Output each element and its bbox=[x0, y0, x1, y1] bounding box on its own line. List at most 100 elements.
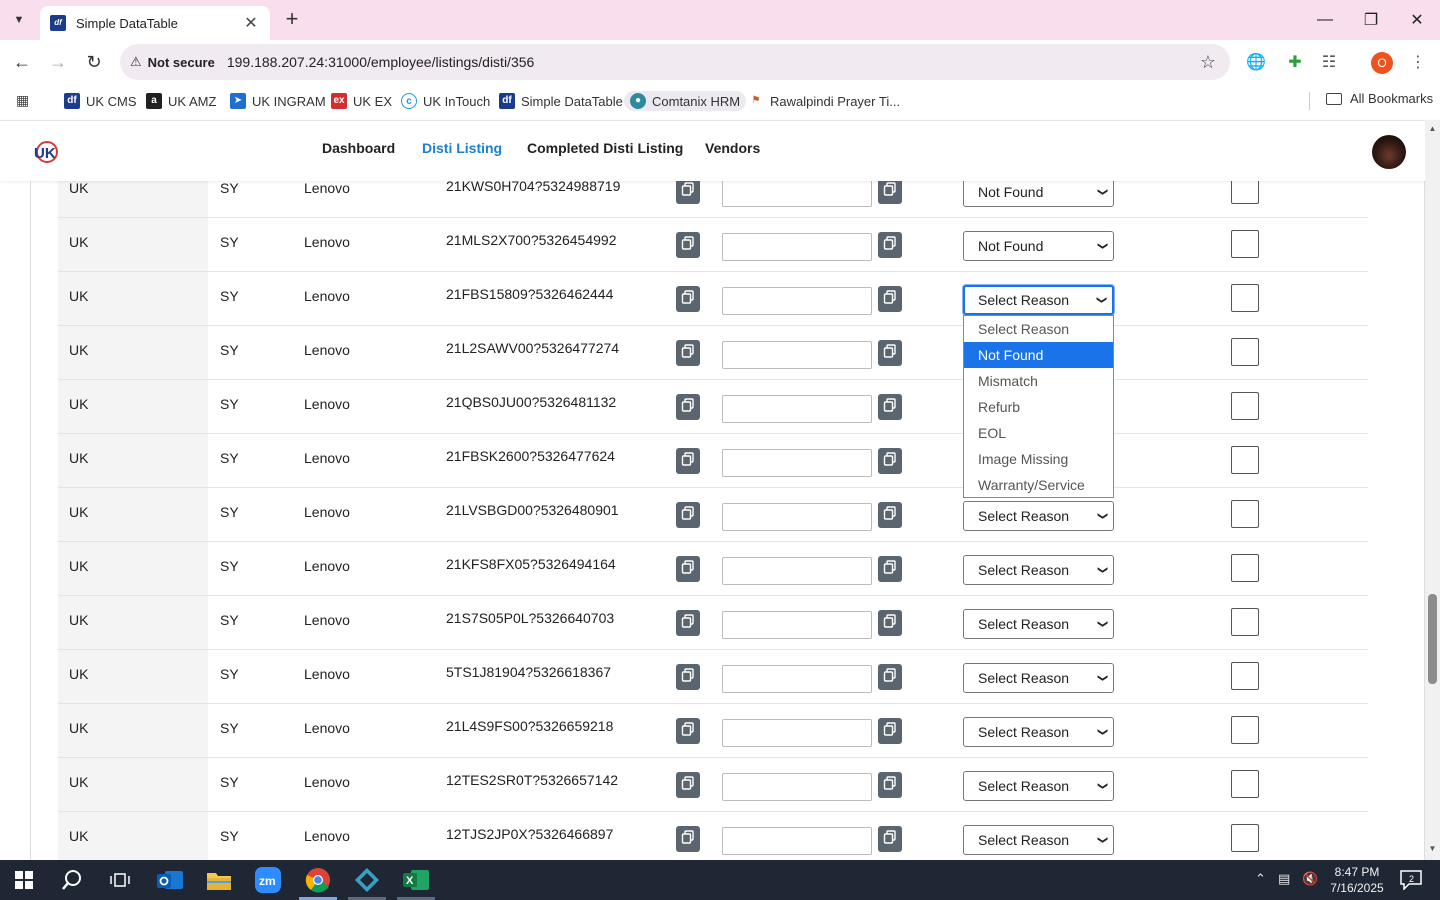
row-checkbox[interactable] bbox=[1231, 500, 1259, 528]
copy-product-button[interactable] bbox=[676, 286, 700, 312]
copy-product-button[interactable] bbox=[676, 340, 700, 366]
reason-select[interactable]: Select Reason ❯ bbox=[963, 609, 1114, 639]
notes-input[interactable] bbox=[722, 181, 872, 207]
nav-completed-disti-listing[interactable]: Completed Disti Listing bbox=[527, 140, 683, 156]
nav-vendors[interactable]: Vendors bbox=[705, 140, 760, 156]
bookmark-star-icon[interactable]: ☆ bbox=[1200, 52, 1216, 73]
notes-input[interactable] bbox=[722, 233, 872, 261]
option-image-missing[interactable]: Image Missing bbox=[964, 446, 1113, 472]
close-window-icon[interactable]: ✕ bbox=[1394, 0, 1440, 40]
copy-product-button[interactable] bbox=[676, 394, 700, 420]
bookmark-rawalpindi-prayer[interactable]: ⚑ Rawalpindi Prayer Ti... bbox=[748, 91, 900, 111]
reason-select[interactable]: Select Reason ❯ bbox=[963, 285, 1114, 315]
copy-product-button[interactable] bbox=[676, 664, 700, 690]
forward-icon[interactable]: → bbox=[44, 48, 72, 76]
tab-search-chevron-icon[interactable]: ▼ bbox=[6, 8, 32, 32]
task-view-icon[interactable] bbox=[106, 866, 134, 894]
notes-input[interactable] bbox=[722, 773, 872, 801]
notes-input[interactable] bbox=[722, 503, 872, 531]
reason-select[interactable]: Select Reason ❯ bbox=[963, 825, 1114, 855]
nav-dashboard[interactable]: Dashboard bbox=[322, 140, 395, 156]
option-select-reason[interactable]: Select Reason bbox=[964, 316, 1113, 342]
bookmark-uk-ingram[interactable]: ➤ UK INGRAM bbox=[230, 91, 326, 111]
scroll-up-icon[interactable]: ▲ bbox=[1428, 124, 1437, 133]
reason-dropdown-list[interactable]: Select Reason Not Found Mismatch Refurb … bbox=[963, 315, 1114, 498]
row-checkbox[interactable] bbox=[1231, 770, 1259, 798]
bookmark-uk-amz[interactable]: a UK AMZ bbox=[146, 91, 216, 111]
paste-button[interactable] bbox=[878, 826, 902, 852]
extensions-icon[interactable]: ☷ bbox=[1317, 50, 1341, 74]
system-clock[interactable]: 8:47 PM 7/16/2025 bbox=[1320, 864, 1394, 896]
paste-button[interactable] bbox=[878, 664, 902, 690]
notes-input[interactable] bbox=[722, 665, 872, 693]
reason-select[interactable]: Not Found ❯ bbox=[963, 181, 1114, 207]
bookmark-uk-ex[interactable]: ex UK EX bbox=[331, 91, 392, 111]
scroll-thumb[interactable] bbox=[1428, 594, 1437, 684]
all-bookmarks-button[interactable]: All Bookmarks bbox=[1326, 91, 1433, 106]
notifications-icon[interactable]: 2 bbox=[1397, 866, 1425, 894]
address-bar[interactable]: ⚠ Not secure 199.188.207.24:31000/employ… bbox=[120, 44, 1230, 80]
row-checkbox[interactable] bbox=[1231, 446, 1259, 474]
option-refurb[interactable]: Refurb bbox=[964, 394, 1113, 420]
excel-icon[interactable]: X bbox=[402, 866, 430, 894]
reason-select[interactable]: Select Reason ❯ bbox=[963, 555, 1114, 585]
paste-button[interactable] bbox=[878, 340, 902, 366]
row-checkbox[interactable] bbox=[1231, 554, 1259, 582]
reason-select[interactable]: Select Reason ❯ bbox=[963, 717, 1114, 747]
user-avatar[interactable] bbox=[1372, 135, 1406, 169]
option-warranty-service[interactable]: Warranty/Service bbox=[964, 472, 1113, 498]
paste-button[interactable] bbox=[878, 502, 902, 528]
copy-product-button[interactable] bbox=[676, 181, 700, 204]
copy-product-button[interactable] bbox=[676, 772, 700, 798]
notes-input[interactable] bbox=[722, 287, 872, 315]
paste-button[interactable] bbox=[878, 232, 902, 258]
url-text[interactable]: 199.188.207.24:31000/employee/listings/d… bbox=[227, 54, 534, 70]
bookmark-uk-intouch[interactable]: c UK InTouch bbox=[401, 91, 490, 111]
nav-disti-listing[interactable]: Disti Listing bbox=[422, 140, 502, 156]
browser-tab[interactable]: df Simple DataTable ✕ bbox=[40, 6, 270, 40]
new-tab-icon[interactable]: + bbox=[280, 8, 304, 32]
option-not-found[interactable]: Not Found bbox=[964, 342, 1113, 368]
row-checkbox[interactable] bbox=[1231, 824, 1259, 852]
notes-input[interactable] bbox=[722, 395, 872, 423]
extension-puzzle-icon[interactable]: ✚ bbox=[1283, 50, 1307, 74]
copy-product-button[interactable] bbox=[676, 448, 700, 474]
security-label[interactable]: Not secure bbox=[148, 55, 215, 70]
back-icon[interactable]: ← bbox=[8, 48, 36, 76]
row-checkbox[interactable] bbox=[1231, 662, 1259, 690]
notes-input[interactable] bbox=[722, 827, 872, 855]
file-explorer-icon[interactable] bbox=[205, 866, 233, 894]
copy-product-button[interactable] bbox=[676, 826, 700, 852]
notes-input[interactable] bbox=[722, 557, 872, 585]
app-diamond-icon[interactable] bbox=[353, 866, 381, 894]
paste-button[interactable] bbox=[878, 448, 902, 474]
menu-kebab-icon[interactable]: ⋮ bbox=[1406, 50, 1430, 74]
row-checkbox[interactable] bbox=[1231, 284, 1259, 312]
copy-product-button[interactable] bbox=[676, 718, 700, 744]
reason-select[interactable]: Select Reason ❯ bbox=[963, 501, 1114, 531]
windows-start-icon[interactable] bbox=[10, 866, 38, 894]
profile-avatar[interactable]: O bbox=[1371, 52, 1393, 74]
paste-button[interactable] bbox=[878, 718, 902, 744]
uk-logo-icon[interactable]: UK bbox=[32, 139, 58, 165]
notes-input[interactable] bbox=[722, 341, 872, 369]
translate-icon[interactable]: 🌐 bbox=[1244, 50, 1268, 74]
row-checkbox[interactable] bbox=[1231, 181, 1259, 204]
paste-button[interactable] bbox=[878, 556, 902, 582]
reason-select[interactable]: Not Found ❯ bbox=[963, 231, 1114, 261]
row-checkbox[interactable] bbox=[1231, 716, 1259, 744]
paste-button[interactable] bbox=[878, 394, 902, 420]
notes-input[interactable] bbox=[722, 449, 872, 477]
option-eol[interactable]: EOL bbox=[964, 420, 1113, 446]
copy-product-button[interactable] bbox=[676, 232, 700, 258]
reason-select[interactable]: Select Reason ❯ bbox=[963, 771, 1114, 801]
option-mismatch[interactable]: Mismatch bbox=[964, 368, 1113, 394]
paste-button[interactable] bbox=[878, 286, 902, 312]
show-hidden-icons-icon[interactable]: ⌃ bbox=[1255, 871, 1266, 887]
copy-product-button[interactable] bbox=[676, 610, 700, 636]
notes-input[interactable] bbox=[722, 719, 872, 747]
paste-button[interactable] bbox=[878, 181, 902, 204]
copy-product-button[interactable] bbox=[676, 556, 700, 582]
chrome-icon[interactable] bbox=[304, 866, 332, 894]
row-checkbox[interactable] bbox=[1231, 392, 1259, 420]
